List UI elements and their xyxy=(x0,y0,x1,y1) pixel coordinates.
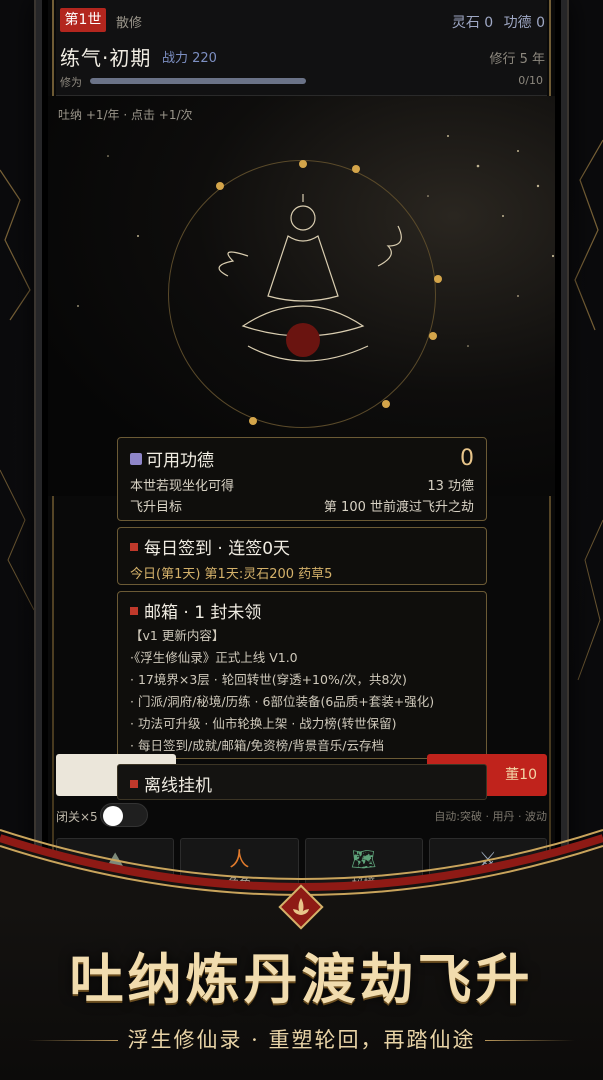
merit-row1-label: 本世若现坐化可得 xyxy=(130,479,235,494)
power-value: 战力 220 xyxy=(162,51,217,66)
mail-heading: 【v1 更新内容】 xyxy=(130,628,225,643)
merit-title: 可用功德 xyxy=(146,451,214,471)
merit-panel[interactable]: 可用功德 0 本世若现坐化可得 13 功德 飞升目标 第 100 世前渡过飞升之… xyxy=(117,437,487,521)
realm-title: 练气·初期 xyxy=(60,46,152,70)
mail-line: · 门派/洞府/秘境/历练 · 6部位装备(6品质+套装+强化) xyxy=(130,694,435,709)
meditating-sage-icon xyxy=(218,194,402,362)
red-square-icon xyxy=(130,780,138,788)
promo-slogan: 吐纳炼丹渡劫飞升 xyxy=(69,947,534,1011)
merit-title-wrap: 可用功德 xyxy=(130,446,214,471)
mail-line: · 每日签到/成就/邮箱/免资榜/背景音乐/云存档 xyxy=(130,738,385,753)
meditation-stage[interactable] xyxy=(48,96,555,496)
merit-icon xyxy=(130,453,142,465)
cultivation-label: 修为 xyxy=(60,76,82,89)
mail-line: · 功法可升级 · 仙市轮换上架 · 战力榜(转世保留) xyxy=(130,716,397,731)
gain-rate: 吐纳 +1/年 · 点击 +1/次 xyxy=(58,108,193,122)
cultivation-progress-bar xyxy=(90,78,306,84)
promo-subtitle: 浮生修仙录 · 重塑轮回，再踏仙途 xyxy=(127,1028,476,1052)
red-square-icon xyxy=(130,607,138,615)
mail-title-wrap: 邮箱 · 1 封未领 xyxy=(130,598,474,623)
sect-label: 散修 xyxy=(116,16,143,31)
practice-years: 修行 5 年 xyxy=(489,52,545,67)
signin-detail: 今日(第1天) 第1天:灵石200 药草5 xyxy=(130,567,333,582)
merit-row2-value: 第 100 世前渡过飞升之劫 xyxy=(323,500,474,515)
merit-row2-label: 飞升目标 xyxy=(130,500,183,515)
mail-title: 邮箱 · 1 封未领 xyxy=(144,603,262,623)
merit-row1-value: 13 功德 xyxy=(427,479,474,494)
merit-count: 功德 0 xyxy=(503,15,545,31)
signin-title: 每日签到 · 连签0天 xyxy=(144,539,291,559)
mail-line: ·《浮生修仙录》正式上线 V1.0 xyxy=(130,650,298,665)
status-header: 第1世 散修 灵石 0 功德 0 练气·初期 战力 220 修行 5 年 修为 … xyxy=(56,0,547,96)
spirit-stones: 灵石 0 xyxy=(451,15,494,31)
cultivation-count: 0/10 xyxy=(518,74,543,87)
life-badge: 第1世 xyxy=(60,8,106,32)
signin-title-wrap: 每日签到 · 连签0天 xyxy=(130,534,474,559)
red-square-icon xyxy=(130,543,138,551)
merit-value: 0 xyxy=(460,446,474,471)
resource-stats: 灵石 0 功德 0 xyxy=(446,12,545,32)
mail-panel[interactable]: 邮箱 · 1 封未领 【v1 更新内容】 ·《浮生修仙录》正式上线 V1.0 ·… xyxy=(117,591,487,759)
lotus-emblem-icon xyxy=(278,884,324,930)
mail-line: · 17境界×3层 · 轮回转世(穿透+10%/次，共8次) xyxy=(130,672,407,687)
signin-panel[interactable]: 每日签到 · 连签0天 今日(第1天) 第1天:灵石200 药草5 xyxy=(117,527,487,585)
